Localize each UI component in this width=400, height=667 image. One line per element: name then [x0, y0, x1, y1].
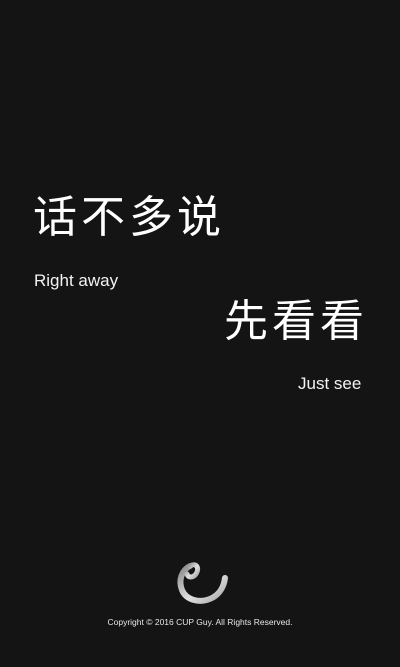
copyright-text: Copyright © 2016 CUP Guy. All Rights Res…: [107, 617, 293, 627]
headline-line2-chinese: 先看看: [224, 296, 368, 347]
headline-line2-english: Just see: [298, 374, 362, 393]
swirl-logo-icon: [177, 562, 228, 604]
headline-line1-english: Right away: [34, 271, 119, 290]
splash-screen: 话不多说 Right away 先看看 Just see Copyright ©…: [0, 0, 400, 667]
headline-line1-chinese: 话不多说: [33, 192, 225, 243]
